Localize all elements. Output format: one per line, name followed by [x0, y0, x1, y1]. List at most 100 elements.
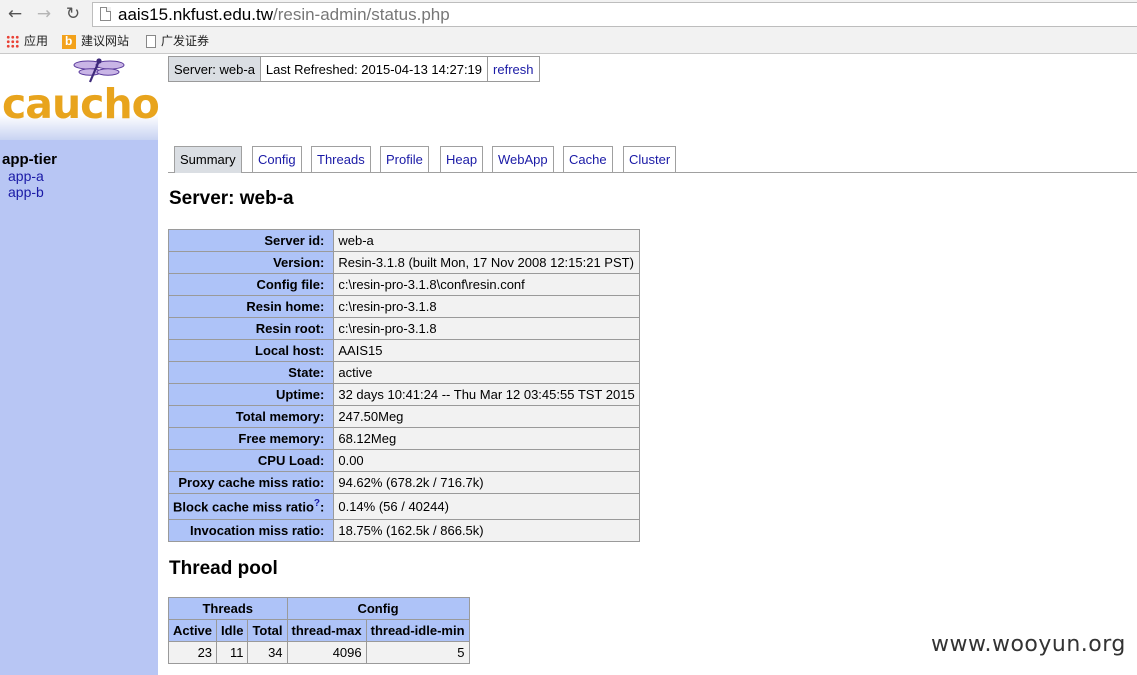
sidebar-link-app-a[interactable]: app-a	[8, 168, 44, 184]
cell-total: 34	[247, 641, 288, 664]
url-text[interactable]: aais15.nkfust.edu.tw/resin-admin/status.…	[118, 5, 450, 25]
table-row: Version: Resin-3.1.8 (built Mon, 17 Nov 2…	[167, 251, 641, 274]
header-last-refreshed: Last Refreshed: 2015-04-13 14:27:19	[259, 56, 489, 82]
row-value: 32 days 10:41:24 -- Thu Mar 12 03:45:55 …	[333, 383, 641, 406]
column-header: thread-max	[286, 619, 367, 642]
table-row: Total memory: 247.50Meg	[167, 405, 641, 428]
bookmark-label: 广发证券	[161, 34, 210, 48]
table-header-row: Threads Config	[168, 597, 470, 620]
table-row: Proxy cache miss ratio: 94.62% (678.2k / …	[167, 471, 641, 494]
row-value: 0.00	[333, 449, 641, 472]
bookmark-label: 应用	[24, 34, 49, 48]
group-header-config: Config	[286, 597, 470, 620]
row-value: c:\resin-pro-3.1.8\conf\resin.conf	[333, 273, 641, 296]
column-header: thread-idle-min	[365, 619, 470, 642]
url-path: /resin-admin/status.php	[272, 5, 450, 24]
column-header: Total	[247, 619, 288, 642]
row-value: Resin-3.1.8 (built Mon, 17 Nov 2008 12:1…	[333, 251, 641, 274]
row-label: Free memory:	[167, 427, 335, 450]
row-label: Invocation miss ratio:	[167, 519, 335, 542]
cell-active: 23	[167, 641, 218, 664]
thread-pool-table: Threads Config Active Idle Total thread-…	[167, 597, 470, 664]
table-row: 23 11 34 4096 5	[167, 641, 470, 664]
header-server: Server: web-a	[168, 56, 261, 82]
row-label: Version:	[167, 251, 335, 274]
row-value: 18.75% (162.5k / 866.5k)	[333, 519, 641, 542]
table-header-row: Active Idle Total thread-max thread-idle…	[167, 619, 470, 642]
apps-grid-icon	[6, 35, 19, 48]
row-label: Block cache miss ratio?:	[167, 493, 335, 520]
page-icon	[100, 7, 111, 21]
tab-webapp[interactable]: WebApp	[492, 146, 554, 173]
server-summary-table: Server id: web-a Version: Resin-3.1.8 (bui…	[167, 229, 641, 542]
row-value: 68.12Meg	[333, 427, 641, 450]
table-row: Server id: web-a	[167, 229, 641, 252]
table-row: Uptime: 32 days 10:41:24 -- Thu Mar 12 03…	[167, 383, 641, 406]
url-host: aais15.nkfust.edu.tw	[118, 5, 273, 24]
sidebar-tier-title: app-tier	[2, 151, 58, 168]
row-label: Proxy cache miss ratio:	[167, 471, 335, 494]
bookmark-suggested-sites[interactable]: 建议网站	[62, 32, 129, 51]
column-header: Active	[167, 619, 218, 642]
row-value: 0.14% (56 / 40244)	[333, 493, 641, 520]
tab-threads[interactable]: Threads	[311, 146, 371, 173]
bing-icon	[62, 32, 76, 51]
row-value: active	[333, 361, 641, 384]
reload-icon[interactable]: ↻	[62, 3, 84, 25]
table-row: Config file: c:\resin-pro-3.1.8\conf\resi…	[167, 273, 641, 296]
row-label: Resin home:	[167, 295, 335, 318]
row-label: State:	[167, 361, 335, 384]
row-label: Uptime:	[167, 383, 335, 406]
cell-idle: 11	[216, 641, 249, 664]
tab-summary[interactable]: Summary	[174, 146, 242, 173]
row-label: Config file:	[167, 273, 335, 296]
table-row: Local host: AAIS15	[167, 339, 641, 362]
bookmark-apps[interactable]: 应用	[6, 32, 48, 51]
bookmarks-bar: 应用 建议网站 广发证券	[0, 29, 1137, 54]
row-value: AAIS15	[333, 339, 641, 362]
row-label: Local host:	[167, 339, 335, 362]
row-label-text: Block cache miss ratio	[173, 499, 314, 515]
group-header-threads: Threads	[168, 597, 288, 620]
table-row: Resin root: c:\resin-pro-3.1.8	[167, 317, 641, 340]
tab-profile[interactable]: Profile	[380, 146, 429, 173]
back-arrow-icon[interactable]: ←	[4, 3, 26, 25]
thread-pool-heading: Thread pool	[169, 558, 278, 579]
tab-cache[interactable]: Cache	[563, 146, 613, 173]
column-header: Idle	[216, 619, 249, 642]
forward-arrow-icon[interactable]: →	[33, 3, 55, 25]
cell-thread-max: 4096	[286, 641, 367, 664]
caucho-logo: caucho	[0, 55, 160, 140]
address-bar[interactable]: aais15.nkfust.edu.tw/resin-admin/status.…	[92, 2, 1137, 27]
refresh-link[interactable]: refresh	[487, 56, 540, 82]
table-row: CPU Load: 0.00	[167, 449, 641, 472]
row-value: 94.62% (678.2k / 716.7k)	[333, 471, 641, 494]
browser-toolbar: ← → ↻ aais15.nkfust.edu.tw/resin-admin/s…	[0, 0, 1137, 29]
bookmark-label: 建议网站	[81, 34, 130, 48]
logo-text: caucho	[2, 80, 160, 128]
bookmark-gf-securities[interactable]: 广发证券	[146, 32, 209, 51]
tab-cluster[interactable]: Cluster	[623, 146, 677, 173]
sidebar: app-tier app-a app-b	[0, 140, 158, 675]
label-colon: :	[320, 499, 325, 515]
table-row: Invocation miss ratio: 18.75% (162.5k / 8…	[167, 519, 641, 542]
sidebar-link-app-b[interactable]: app-b	[8, 184, 44, 200]
status-header: Server: web-a Last Refreshed: 2015-04-13…	[168, 56, 540, 82]
table-row: Resin home: c:\resin-pro-3.1.8	[167, 295, 641, 318]
cell-thread-idle-min: 5	[365, 641, 470, 664]
watermark: www.wooyun.org	[931, 632, 1126, 657]
row-value: web-a	[333, 229, 641, 252]
table-row: State: active	[167, 361, 641, 384]
server-heading: Server: web-a	[169, 188, 294, 209]
row-label: Server id:	[167, 229, 335, 252]
tab-config[interactable]: Config	[252, 146, 302, 173]
row-value: c:\resin-pro-3.1.8	[333, 317, 641, 340]
row-value: 247.50Meg	[333, 405, 641, 428]
row-label: CPU Load:	[167, 449, 335, 472]
table-row: Block cache miss ratio?: 0.14% (56 / 4024…	[167, 493, 641, 520]
row-label: Total memory:	[167, 405, 335, 428]
table-row: Free memory: 68.12Meg	[167, 427, 641, 450]
row-label: Resin root:	[167, 317, 335, 340]
page-icon	[146, 35, 156, 48]
tab-heap[interactable]: Heap	[440, 146, 484, 173]
